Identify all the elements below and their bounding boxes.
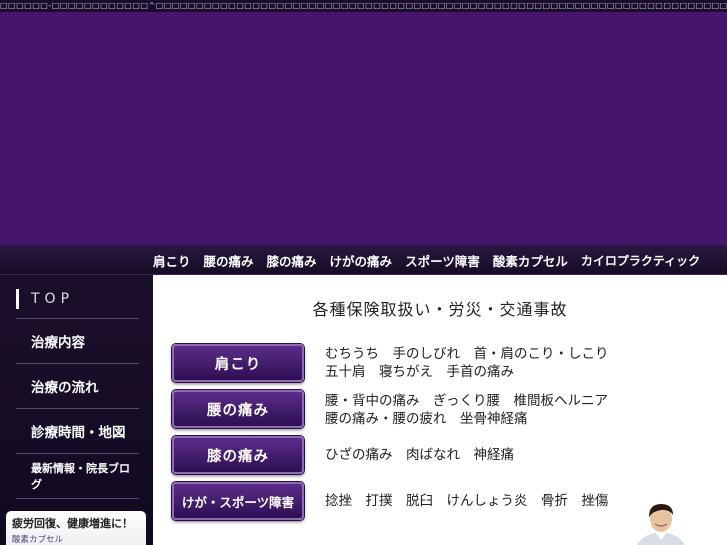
nav-item-injury-pain[interactable]: けがの痛み <box>330 251 393 270</box>
injury-sports-description: 捻挫 打撲 脱臼 けんしょう炎 骨折 挫傷 <box>325 493 609 511</box>
sidebar-item-label: 診療時間・地図 <box>31 425 126 441</box>
nav-item-katakori[interactable]: 肩こり <box>153 251 191 270</box>
top-navigation: 肩こり 腰の痛み 膝の痛み けがの痛み スポーツ障害 酸素カプセル カイロプラク… <box>0 245 727 275</box>
sidebar-item-flow[interactable]: 治療の流れ <box>16 364 139 409</box>
description-line: ひざの痛み 肉ばなれ 神経痛 <box>325 447 514 463</box>
button-label: 肩こり <box>214 356 262 373</box>
back-pain-button[interactable]: 腰の痛み <box>172 390 304 428</box>
button-label: 膝の痛み <box>207 448 269 465</box>
button-label: 腰の痛み <box>207 402 269 419</box>
sidebar-item-top[interactable]: TOP <box>16 279 139 319</box>
knee-pain-description: ひざの痛み 肉ばなれ 神経痛 <box>325 447 514 465</box>
sidebar-item-label: 治療の流れ <box>31 380 99 396</box>
back-pain-description: 腰・背中の痛み ぎっくり腰 椎間板ヘルニア 腰の痛み・腰の疲れ 坐骨神経痛 <box>325 393 608 428</box>
katakori-button[interactable]: 肩こり <box>172 344 304 382</box>
description-line: 五十肩 寝ちがえ 手首の痛み <box>325 363 514 380</box>
sidebar-item-hours-map[interactable]: 診療時間・地図 <box>16 409 139 454</box>
nav-item-oxygen-capsule[interactable]: 酸素カプセル <box>493 251 568 270</box>
header-banner <box>0 12 727 245</box>
injury-sports-button[interactable]: けが・スポーツ障害 <box>172 482 304 520</box>
nav-item-sports-injury[interactable]: スポーツ障害 <box>405 251 480 270</box>
description-line: 腰・背中の痛み ぎっくり腰 椎間板ヘルニア <box>325 393 608 409</box>
description-line: 捻挫 打撲 脱臼 けんしょう炎 骨折 挫傷 <box>325 493 609 509</box>
button-label: けが・スポーツ障害 <box>181 494 295 510</box>
sidebar-item-treatment[interactable]: 治療内容 <box>16 319 139 364</box>
doctor-photo <box>637 504 685 545</box>
oxygen-capsule-ad[interactable]: 疲労回復、健康増進に！ 酸素カプセル <box>6 511 146 545</box>
sidebar-item-label: 治療内容 <box>31 335 85 351</box>
sidebar-item-news-blog[interactable]: 最新情報・院長ブログ <box>16 454 139 499</box>
top-nav-list: 肩こり 腰の痛み 膝の痛み けがの痛み スポーツ障害 酸素カプセル カイロプラク… <box>153 245 700 275</box>
page-title: 各種保険取扱い・労災・交通事故 <box>312 300 568 319</box>
description-line: 腰の痛み・腰の疲れ 坐骨神経痛 <box>325 410 528 427</box>
nav-item-chiropractic[interactable]: カイロプラクティック <box>581 252 700 269</box>
ad-subtitle: 酸素カプセル <box>12 535 64 545</box>
top-strip: □□□□□□-□□□□□□□□□□□□^□□□□□□□□□□□□□□□□□□□□… <box>0 0 727 12</box>
nav-item-back-pain[interactable]: 腰の痛み <box>204 251 254 270</box>
top-marker-bar <box>16 288 19 309</box>
sidebar-item-label: 最新情報・院長ブログ <box>31 462 130 491</box>
nav-item-knee-pain[interactable]: 膝の痛み <box>267 251 317 270</box>
knee-pain-button[interactable]: 膝の痛み <box>172 436 304 474</box>
ad-title: 疲労回復、健康増進に！ <box>12 517 133 530</box>
description-line: むちうち 手のしびれ 首・肩のこり・しこり <box>325 346 609 362</box>
katakori-description: むちうち 手のしびれ 首・肩のこり・しこり 五十肩 寝ちがえ 手首の痛み <box>325 346 609 381</box>
sidebar-item-label: TOP <box>31 290 75 307</box>
sidebar: TOP 治療内容 治療の流れ 診療時間・地図 最新情報・院長ブログ <box>0 275 153 545</box>
